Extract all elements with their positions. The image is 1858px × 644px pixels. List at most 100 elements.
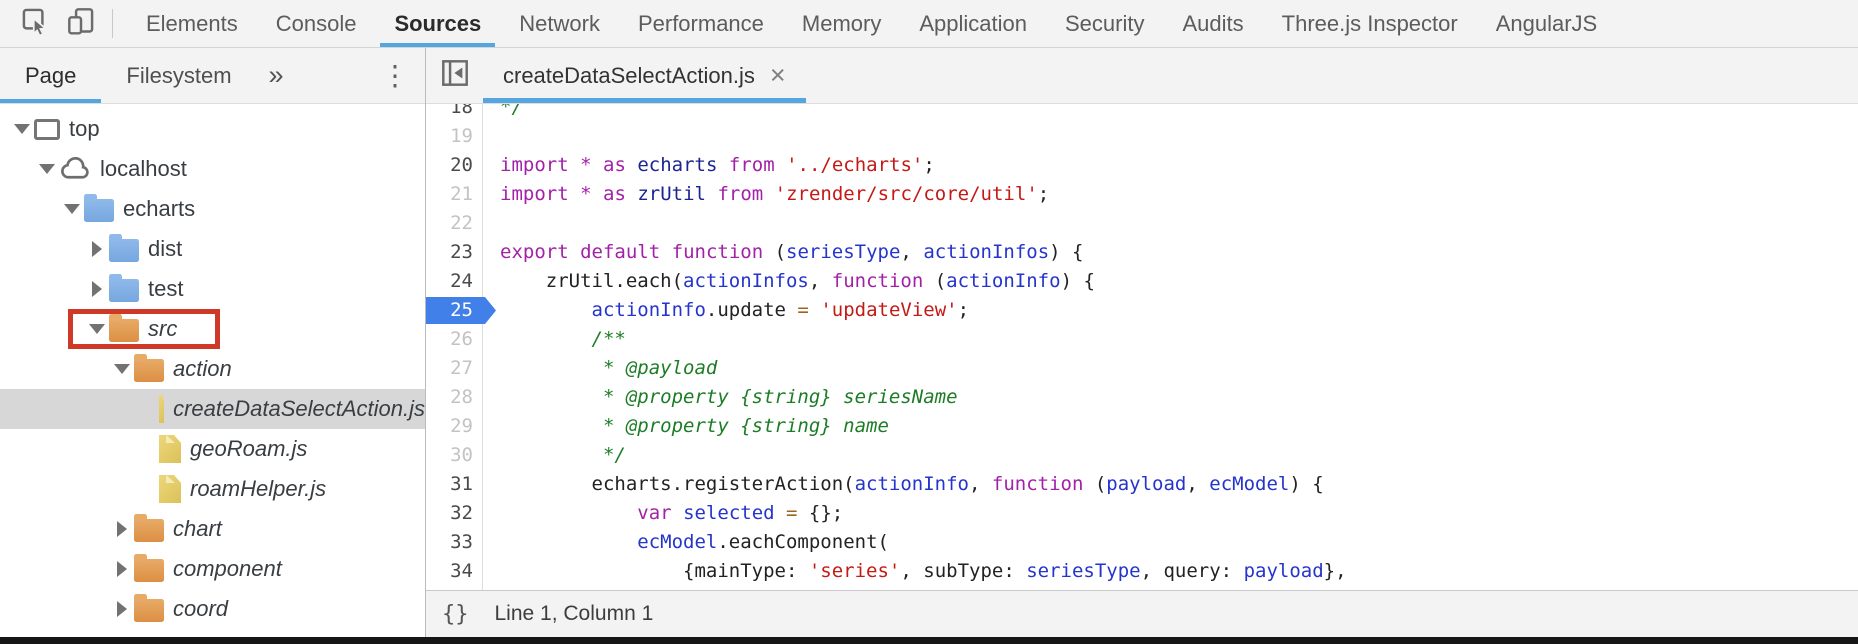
expand-arrow-icon[interactable] (110, 601, 134, 617)
devtools-body: PageFilesystem » ⋮ top localhost echartsdi… (0, 48, 1858, 637)
tab-performance[interactable]: Performance (619, 0, 783, 47)
code-lines: 18*/1920import * as echarts from '../ech… (426, 104, 1858, 590)
collapse-arrow-icon[interactable] (110, 364, 134, 374)
line-number[interactable]: 22 (426, 209, 483, 238)
line-number[interactable]: 27 (426, 354, 483, 383)
inspect-element-button[interactable] (12, 0, 58, 47)
line-number[interactable]: 23 (426, 238, 483, 267)
line-number[interactable]: 25 (426, 296, 483, 325)
tree-item-chart[interactable]: chart (0, 509, 425, 549)
tab-angularjs[interactable]: AngularJS (1477, 0, 1617, 47)
pretty-print-button[interactable]: {} (442, 602, 469, 627)
editor-tab-createdataselectaction-js[interactable]: createDataSelectAction.js × (483, 48, 806, 103)
line-number[interactable]: 26 (426, 325, 483, 354)
caret-position-label: Line 1, Column 1 (495, 602, 654, 626)
tab-application[interactable]: Application (900, 0, 1046, 47)
code-line-20[interactable]: 20import * as echarts from '../echarts'; (426, 151, 1858, 180)
hide-navigator-button[interactable] (426, 48, 483, 103)
tree-item-test[interactable]: test (0, 269, 425, 309)
code-text (483, 122, 1858, 151)
code-line-19[interactable]: 19 (426, 122, 1858, 151)
line-number[interactable]: 28 (426, 383, 483, 412)
code-line-31[interactable]: 31 echarts.registerAction(actionInfo, fu… (426, 470, 1858, 499)
tree-item-label: src (148, 316, 177, 342)
expand-arrow-icon[interactable] (110, 561, 134, 577)
tree-item-label: roamHelper.js (190, 476, 326, 502)
code-line-30[interactable]: 30 */ (426, 441, 1858, 470)
tab-console[interactable]: Console (257, 0, 376, 47)
line-number[interactable]: 18 (426, 104, 483, 122)
expand-arrow-icon[interactable] (85, 281, 109, 297)
tab-memory[interactable]: Memory (783, 0, 900, 47)
code-line-35[interactable]: 35 function (seriesModel) { (426, 586, 1858, 590)
tab-sources[interactable]: Sources (375, 0, 500, 47)
inspect-icon (19, 5, 51, 42)
line-number[interactable]: 30 (426, 441, 483, 470)
frame-icon (34, 119, 60, 140)
code-line-33[interactable]: 33 ecModel.eachComponent( (426, 528, 1858, 557)
tree-item-localhost[interactable]: localhost (0, 149, 425, 189)
expand-arrow-icon[interactable] (85, 241, 109, 257)
tree-item-top[interactable]: top (0, 109, 425, 149)
line-number[interactable]: 24 (426, 267, 483, 296)
line-number[interactable]: 35 (426, 586, 483, 590)
tree-item-createdataselectaction-js[interactable]: createDataSelectAction.js (0, 389, 425, 429)
tree-item-action[interactable]: action (0, 349, 425, 389)
code-line-29[interactable]: 29 * @property {string} name (426, 412, 1858, 441)
collapse-arrow-icon[interactable] (85, 324, 109, 334)
tab-elements[interactable]: Elements (127, 0, 257, 47)
code-area[interactable]: 18*/1920import * as echarts from '../ech… (426, 104, 1858, 590)
tree-item-src[interactable]: src (0, 309, 425, 349)
line-number[interactable]: 33 (426, 528, 483, 557)
code-line-24[interactable]: 24 zrUtil.each(actionInfos, function (ac… (426, 267, 1858, 296)
toolbar-divider (112, 9, 113, 38)
tree-item-georoam-js[interactable]: geoRoam.js (0, 429, 425, 469)
code-line-28[interactable]: 28 * @property {string} seriesName (426, 383, 1858, 412)
code-line-26[interactable]: 26 /** (426, 325, 1858, 354)
code-text: zrUtil.each(actionInfos, function (actio… (483, 267, 1858, 296)
tree-item-label: geoRoam.js (190, 436, 307, 462)
collapse-arrow-icon[interactable] (35, 164, 59, 174)
code-line-18[interactable]: 18*/ (426, 104, 1858, 122)
line-number[interactable]: 31 (426, 470, 483, 499)
code-text: function (seriesModel) { (483, 586, 1858, 590)
line-number[interactable]: 32 (426, 499, 483, 528)
code-text: import * as echarts from '../echarts'; (483, 151, 1858, 180)
tab-security[interactable]: Security (1046, 0, 1163, 47)
tree-item-echarts[interactable]: echarts (0, 189, 425, 229)
sidebar-tab-filesystem[interactable]: Filesystem (101, 48, 256, 103)
folder-icon (84, 199, 114, 222)
sidebar-tab-page[interactable]: Page (0, 48, 101, 103)
tree-item-component[interactable]: component (0, 549, 425, 589)
code-line-22[interactable]: 22 (426, 209, 1858, 238)
tree-item-roamhelper-js[interactable]: roamHelper.js (0, 469, 425, 509)
code-line-34[interactable]: 34 {mainType: 'series', subType: seriesT… (426, 557, 1858, 586)
more-tabs-button[interactable]: » (257, 48, 296, 103)
code-text: actionInfo.update = 'updateView'; (483, 296, 1858, 325)
device-toolbar-button[interactable] (58, 0, 104, 47)
code-line-21[interactable]: 21import * as zrUtil from 'zrender/src/c… (426, 180, 1858, 209)
tree-item-label: createDataSelectAction.js (173, 396, 425, 422)
tree-item-coord[interactable]: coord (0, 589, 425, 629)
code-line-23[interactable]: 23export default function (seriesType, a… (426, 238, 1858, 267)
tab-three-js-inspector[interactable]: Three.js Inspector (1263, 0, 1477, 47)
expand-arrow-icon[interactable] (110, 521, 134, 537)
line-number[interactable]: 29 (426, 412, 483, 441)
tab-network[interactable]: Network (500, 0, 619, 47)
close-tab-icon[interactable]: × (770, 62, 786, 89)
folder-icon (109, 239, 139, 262)
line-number[interactable]: 20 (426, 151, 483, 180)
tab-audits[interactable]: Audits (1163, 0, 1262, 47)
code-line-32[interactable]: 32 var selected = {}; (426, 499, 1858, 528)
tree-item-label: localhost (100, 156, 187, 182)
code-line-25[interactable]: 25 actionInfo.update = 'updateView'; (426, 296, 1858, 325)
collapse-arrow-icon[interactable] (10, 124, 34, 134)
code-line-27[interactable]: 27 * @payload (426, 354, 1858, 383)
overflow-menu-button[interactable]: ⋮ (381, 48, 409, 103)
collapse-arrow-icon[interactable] (60, 204, 84, 214)
line-number[interactable]: 19 (426, 122, 483, 151)
line-number[interactable]: 34 (426, 557, 483, 586)
code-text: */ (483, 441, 1858, 470)
tree-item-dist[interactable]: dist (0, 229, 425, 269)
line-number[interactable]: 21 (426, 180, 483, 209)
